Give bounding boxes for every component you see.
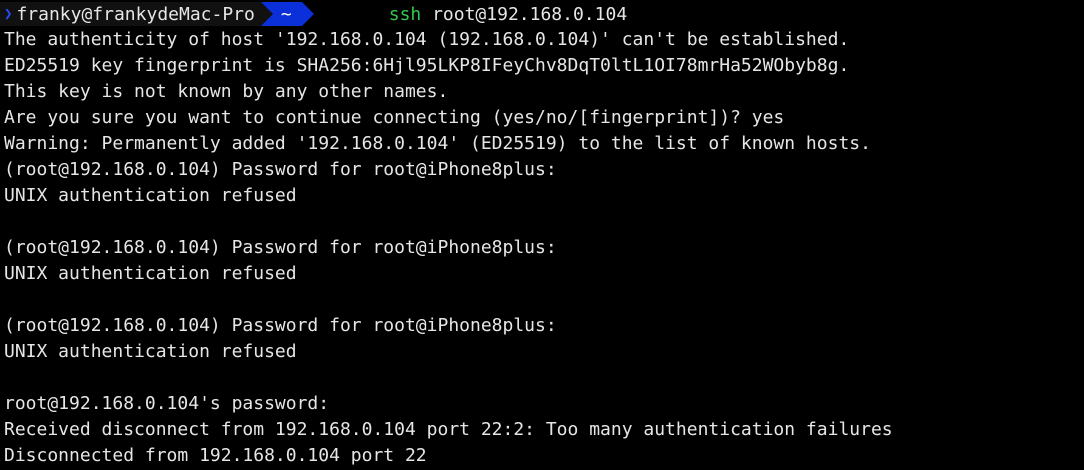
shell-prompt: ❯ franky@frankydeMac-Pro ~ ssh root@192.… [0, 2, 627, 26]
output-line: UNIX authentication refused [4, 185, 297, 206]
output-line: (root@192.168.0.104) Password for root@i… [4, 159, 557, 180]
command-args: root@192.168.0.104 [421, 3, 628, 25]
output-line: ED25519 key fingerprint is SHA256:6Hjl95… [4, 55, 850, 76]
output-line: (root@192.168.0.104) Password for root@i… [4, 315, 557, 336]
terminal-window[interactable]: ❯ franky@frankydeMac-Pro ~ ssh root@192.… [0, 0, 1084, 470]
output-line: Received disconnect from 192.168.0.104 p… [4, 419, 893, 440]
output-line: Disconnected from 192.168.0.104 port 22 [4, 445, 427, 466]
output-line: UNIX authentication refused [4, 263, 297, 284]
prompt-chevron-icon: ❯ [4, 6, 13, 22]
output-line: Warning: Permanently added '192.168.0.10… [4, 133, 871, 154]
output-line: (root@192.168.0.104) Password for root@i… [4, 237, 557, 258]
prompt-directory-segment: ~ [260, 2, 314, 26]
output-line: Are you sure you want to continue connec… [4, 107, 785, 128]
output-line: This key is not known by any other names… [4, 81, 449, 102]
prompt-user-segment: ❯ franky@frankydeMac-Pro [0, 2, 261, 26]
command-name: ssh [388, 3, 422, 25]
output-line: The authenticity of host '192.168.0.104 … [4, 29, 850, 50]
output-line: root@192.168.0.104's password: [4, 393, 330, 414]
prompt-user-host: franky@frankydeMac-Pro [16, 3, 255, 25]
prompt-directory: ~ [280, 3, 292, 25]
output-line: UNIX authentication refused [4, 341, 297, 362]
